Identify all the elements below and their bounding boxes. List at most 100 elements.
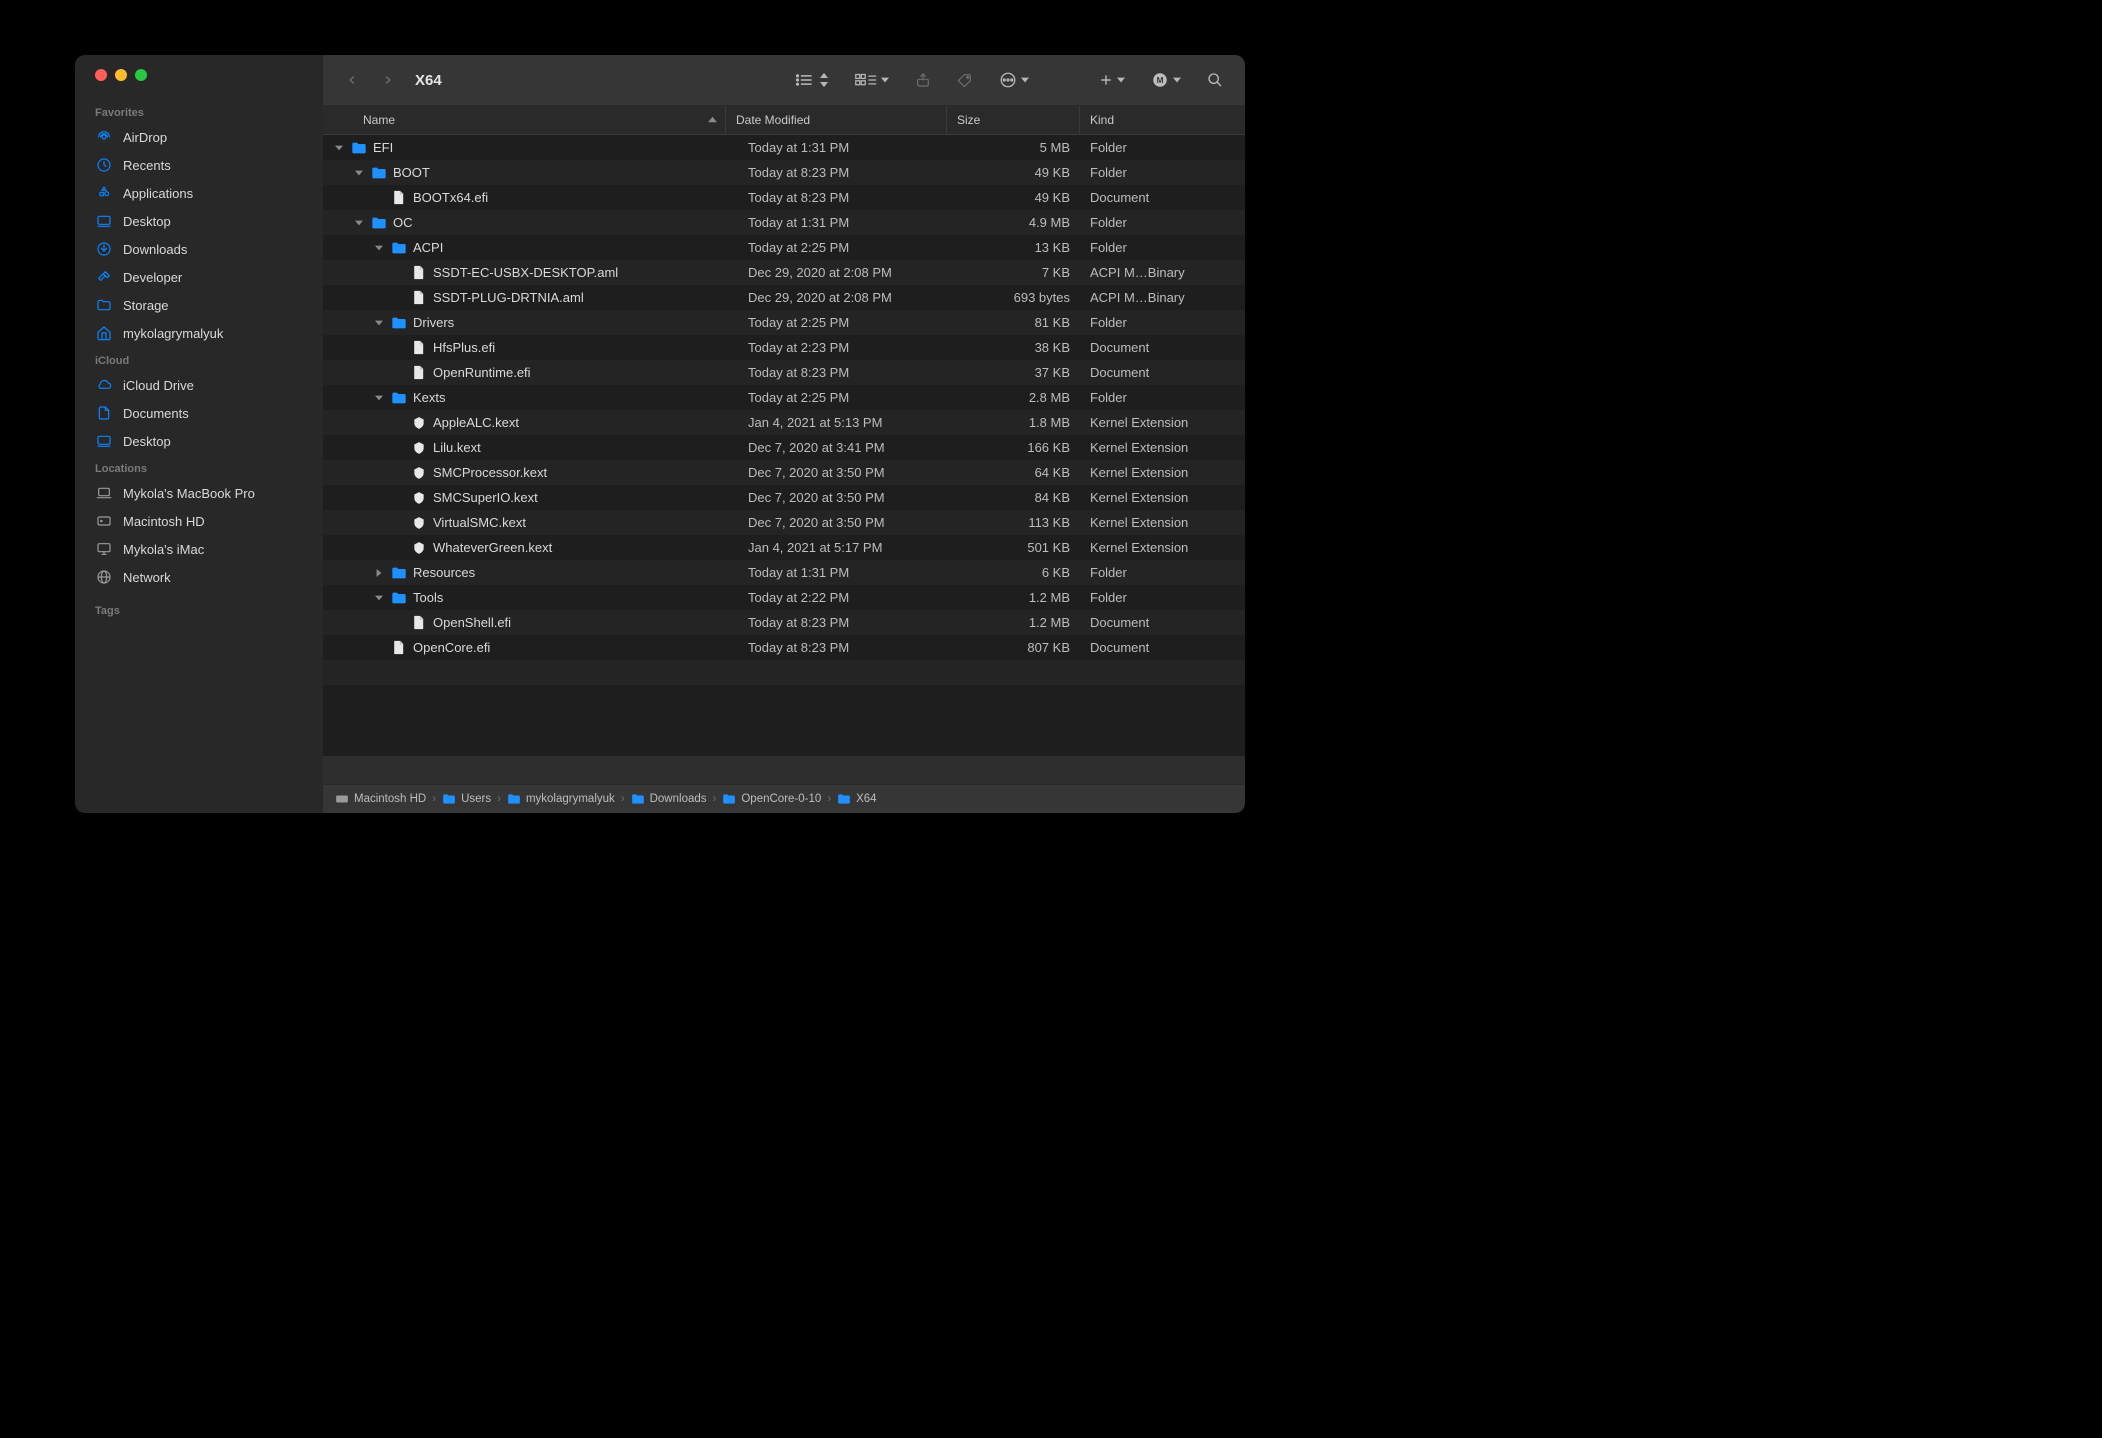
file-row[interactable]: WhateverGreen.kext Jan 4, 2021 at 5:17 P… <box>323 535 1245 560</box>
sidebar-item[interactable]: Storage <box>75 291 323 319</box>
file-name: Lilu.kext <box>433 440 481 455</box>
column-header-size[interactable]: Size <box>947 106 1080 134</box>
file-row[interactable]: OpenRuntime.efi Today at 8:23 PM 37 KB D… <box>323 360 1245 385</box>
sidebar-item[interactable]: AirDrop <box>75 123 323 151</box>
sidebar-item[interactable]: Network <box>75 563 323 591</box>
sidebar-item[interactable]: Documents <box>75 399 323 427</box>
file-date: Today at 1:31 PM <box>738 215 958 230</box>
sidebar-item-label: AirDrop <box>123 130 167 145</box>
file-date: Dec 29, 2020 at 2:08 PM <box>738 290 958 305</box>
chevron-down-icon[interactable] <box>373 594 385 602</box>
forward-button[interactable] <box>375 69 401 91</box>
file-row[interactable]: EFI Today at 1:31 PM 5 MB Folder <box>323 135 1245 160</box>
sidebar-item[interactable]: Desktop <box>75 207 323 235</box>
file-kind: Folder <box>1080 315 1245 330</box>
column-header-date[interactable]: Date Modified <box>726 106 947 134</box>
file-size: 6 KB <box>958 565 1080 580</box>
file-date: Dec 7, 2020 at 3:50 PM <box>738 515 958 530</box>
sidebar-item[interactable]: mykolagrymalyuk <box>75 319 323 347</box>
file-date: Today at 8:23 PM <box>738 615 958 630</box>
fullscreen-window-button[interactable] <box>135 69 147 81</box>
file-kind: Folder <box>1080 165 1245 180</box>
action-menu-button[interactable] <box>993 67 1035 93</box>
file-row[interactable]: SMCProcessor.kext Dec 7, 2020 at 3:50 PM… <box>323 460 1245 485</box>
file-row[interactable]: AppleALC.kext Jan 4, 2021 at 5:13 PM 1.8… <box>323 410 1245 435</box>
file-row[interactable]: SSDT-PLUG-DRTNIA.aml Dec 29, 2020 at 2:0… <box>323 285 1245 310</box>
path-segment[interactable]: X64 <box>837 792 876 806</box>
column-header-name-label: Name <box>363 113 395 127</box>
file-date: Jan 4, 2021 at 5:17 PM <box>738 540 958 555</box>
sidebar-item[interactable]: Desktop <box>75 427 323 455</box>
chevron-down-icon[interactable] <box>373 244 385 252</box>
globe-icon <box>95 568 113 586</box>
path-segment[interactable]: Downloads <box>631 792 707 806</box>
sidebar-item[interactable]: Mykola's MacBook Pro <box>75 479 323 507</box>
file-row[interactable]: Lilu.kext Dec 7, 2020 at 3:41 PM 166 KB … <box>323 435 1245 460</box>
file-row[interactable]: BOOT Today at 8:23 PM 49 KB Folder <box>323 160 1245 185</box>
sidebar-item[interactable]: Mykola's iMac <box>75 535 323 563</box>
chevron-right-icon[interactable] <box>373 569 385 577</box>
sidebar-item[interactable]: Recents <box>75 151 323 179</box>
file-row[interactable]: BOOTx64.efi Today at 8:23 PM 49 KB Docum… <box>323 185 1245 210</box>
share-button[interactable] <box>909 68 937 92</box>
file-name: BOOT <box>393 165 430 180</box>
path-segment[interactable]: OpenCore-0-10 <box>722 792 821 806</box>
file-size: 49 KB <box>958 165 1080 180</box>
sync-status-button[interactable]: M <box>1145 67 1187 93</box>
file-row[interactable]: SSDT-EC-USBX-DESKTOP.aml Dec 29, 2020 at… <box>323 260 1245 285</box>
file-row[interactable]: Tools Today at 2:22 PM 1.2 MB Folder <box>323 585 1245 610</box>
file-name: Resources <box>413 565 475 580</box>
group-button[interactable] <box>849 69 895 91</box>
view-mode-button[interactable] <box>789 69 835 91</box>
file-row[interactable]: Kexts Today at 2:25 PM 2.8 MB Folder <box>323 385 1245 410</box>
path-label: mykolagrymalyuk <box>526 793 615 805</box>
folder-icon <box>95 296 113 314</box>
file-size: 1.2 MB <box>958 590 1080 605</box>
laptop-icon <box>95 484 113 502</box>
chevron-down-icon[interactable] <box>373 319 385 327</box>
sidebar-item-label: Desktop <box>123 214 171 229</box>
search-button[interactable] <box>1201 68 1229 92</box>
file-row[interactable]: VirtualSMC.kext Dec 7, 2020 at 3:50 PM 1… <box>323 510 1245 535</box>
file-size: 84 KB <box>958 490 1080 505</box>
file-row[interactable]: ACPI Today at 2:25 PM 13 KB Folder <box>323 235 1245 260</box>
path-segment[interactable]: Macintosh HD <box>335 792 426 806</box>
path-segment[interactable]: mykolagrymalyuk <box>507 792 615 806</box>
file-row[interactable]: OC Today at 1:31 PM 4.9 MB Folder <box>323 210 1245 235</box>
tag-button[interactable] <box>951 68 979 92</box>
file-row[interactable]: OpenCore.efi Today at 8:23 PM 807 KB Doc… <box>323 635 1245 660</box>
chevron-down-icon[interactable] <box>353 219 365 227</box>
chevron-down-icon[interactable] <box>353 169 365 177</box>
sidebar-item[interactable]: Macintosh HD <box>75 507 323 535</box>
column-header-name[interactable]: Name <box>323 106 726 134</box>
document-icon <box>95 404 113 422</box>
folder-icon <box>391 315 407 331</box>
chevron-down-icon[interactable] <box>373 394 385 402</box>
folder-mini-icon <box>507 792 521 806</box>
file-row[interactable]: Resources Today at 1:31 PM 6 KB Folder <box>323 560 1245 585</box>
sidebar-item[interactable]: iCloud Drive <box>75 371 323 399</box>
file-name: SSDT-PLUG-DRTNIA.aml <box>433 290 584 305</box>
file-row[interactable]: SMCSuperIO.kext Dec 7, 2020 at 3:50 PM 8… <box>323 485 1245 510</box>
sidebar-item[interactable]: Downloads <box>75 235 323 263</box>
file-row[interactable]: OpenShell.efi Today at 8:23 PM 1.2 MB Do… <box>323 610 1245 635</box>
minimize-window-button[interactable] <box>115 69 127 81</box>
path-segment[interactable]: Users <box>442 792 491 806</box>
file-icon <box>411 340 427 356</box>
chevron-right-icon: › <box>497 793 501 805</box>
file-row[interactable]: HfsPlus.efi Today at 2:23 PM 38 KB Docum… <box>323 335 1245 360</box>
back-button[interactable] <box>339 69 365 91</box>
file-name: Drivers <box>413 315 454 330</box>
chevron-down-icon[interactable] <box>333 144 345 152</box>
sidebar-item[interactable]: Developer <box>75 263 323 291</box>
path-label: Downloads <box>650 793 707 805</box>
new-item-button[interactable] <box>1093 69 1131 91</box>
file-size: 1.8 MB <box>958 415 1080 430</box>
sidebar-item[interactable]: Applications <box>75 179 323 207</box>
apps-icon <box>95 184 113 202</box>
file-list[interactable]: EFI Today at 1:31 PM 5 MB Folder BOOT To… <box>323 135 1245 756</box>
file-row[interactable]: Drivers Today at 2:25 PM 81 KB Folder <box>323 310 1245 335</box>
column-header-kind[interactable]: Kind <box>1080 106 1245 134</box>
file-kind: Folder <box>1080 590 1245 605</box>
close-window-button[interactable] <box>95 69 107 81</box>
